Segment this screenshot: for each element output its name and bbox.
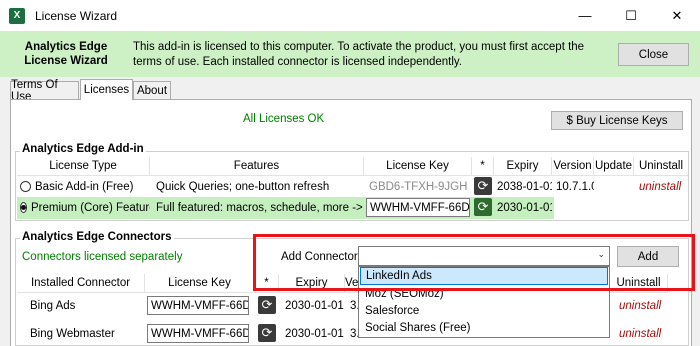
buy-license-keys-button[interactable]: $ Buy License Keys [551, 111, 683, 130]
banner-message: This add-in is licensed to this computer… [133, 41, 585, 68]
connector-key-input[interactable]: WWHM-VMFF-66DY [147, 296, 249, 315]
dropdown-option-salesforce[interactable]: Salesforce [360, 302, 608, 320]
title-bar: X License Wizard — ☐ ✕ [0, 0, 700, 31]
add-connector-select[interactable]: ⌄ [358, 246, 610, 266]
col-expiry: Expiry [494, 157, 552, 176]
col-update: Update [594, 157, 634, 176]
uninstall-link[interactable]: uninstall [619, 295, 669, 316]
product-name: Analytics Edge License Wizard [24, 41, 108, 67]
tab-about[interactable]: About [133, 81, 171, 99]
dropdown-option-social-shares[interactable]: Social Shares (Free) [360, 319, 608, 337]
expiry-cell: 2030-01-01 [497, 201, 552, 214]
license-type-premium[interactable]: Premium (Core) Features [20, 197, 150, 218]
radio-unselected-icon[interactable] [20, 181, 31, 192]
minimize-button[interactable]: — [562, 0, 608, 31]
features-cell: Quick Queries; one-button refresh [156, 180, 330, 193]
connectors-group-title: Analytics Edge Connectors [20, 231, 174, 243]
expiry-cell: 2030-01-01 [285, 327, 344, 340]
window-title: License Wizard [35, 8, 118, 23]
license-key-cell: GBD6-TFXH-9JGH [369, 180, 468, 193]
license-status: All Licenses OK [243, 113, 325, 125]
license-type-label: Premium (Core) Features [31, 201, 150, 214]
col-uninstall: Uninstall [610, 274, 668, 293]
refresh-icon[interactable]: ⟳ [474, 177, 492, 195]
dropdown-option-linkedin-ads[interactable]: LinkedIn Ads [360, 267, 608, 285]
close-window-button[interactable]: ✕ [654, 0, 700, 31]
license-type-label: Basic Add-in (Free) [35, 180, 134, 193]
connector-name: Bing Ads [30, 299, 76, 312]
refresh-icon[interactable]: ⟳ [258, 324, 276, 342]
col-star: * [472, 157, 494, 176]
uninstall-link[interactable]: uninstall [619, 323, 669, 344]
info-banner: Analytics Edge License Wizard This add-i… [0, 31, 700, 77]
col-version: Ve [345, 274, 359, 293]
refresh-icon[interactable]: ⟳ [474, 198, 492, 216]
features-cell: Full featured: macros, schedule, more -> [156, 201, 363, 214]
addin-group-title: Analytics Edge Add-in [20, 143, 146, 155]
dropdown-option-moz[interactable]: Moz (SEOMoz) [360, 285, 608, 303]
add-connector-label: Add Connector [281, 251, 358, 263]
expiry-cell: 2038-01-01 [497, 180, 552, 193]
excel-icon: X [9, 7, 25, 24]
connector-dropdown-list: LinkedIn Ads Moz (SEOMoz) Salesforce Soc… [358, 266, 610, 338]
connector-name: Bing Webmaster [30, 327, 115, 340]
uninstall-link[interactable]: uninstall [639, 176, 687, 197]
connectors-note: Connectors licensed separately [22, 251, 183, 263]
radio-selected-icon[interactable] [20, 202, 27, 213]
version-cell: 3. [350, 327, 358, 340]
maximize-button[interactable]: ☐ [608, 0, 654, 31]
col-expiry: Expiry [279, 274, 345, 293]
version-cell: 3. [350, 299, 358, 312]
license-type-basic[interactable]: Basic Add-in (Free) [20, 176, 150, 197]
version-cell: 10.7.1.0 [556, 180, 594, 193]
connector-key-input[interactable]: WWHM-VMFF-66DY [147, 324, 249, 343]
license-key-input[interactable]: WWHM-VMFF-66DY [366, 198, 470, 217]
chevron-down-icon[interactable]: ⌄ [597, 249, 605, 260]
col-license-type: License Type [17, 157, 150, 176]
add-button[interactable]: Add [617, 246, 679, 267]
col-installed-connector: Installed Connector [17, 274, 145, 293]
col-features: Features [150, 157, 364, 176]
col-license-key: License Key [364, 157, 472, 176]
col-version: Version [552, 157, 594, 176]
expiry-cell: 2030-01-01 [285, 299, 344, 312]
col-uninstall: Uninstall [634, 157, 688, 176]
refresh-icon[interactable]: ⟳ [258, 296, 276, 314]
col-license-key: License Key [145, 274, 255, 293]
tab-terms-of-use[interactable]: Terms Of Use [10, 79, 79, 103]
tab-licenses[interactable]: Licenses [80, 79, 133, 100]
col-star: * [255, 274, 279, 293]
close-button[interactable]: Close [618, 43, 689, 66]
